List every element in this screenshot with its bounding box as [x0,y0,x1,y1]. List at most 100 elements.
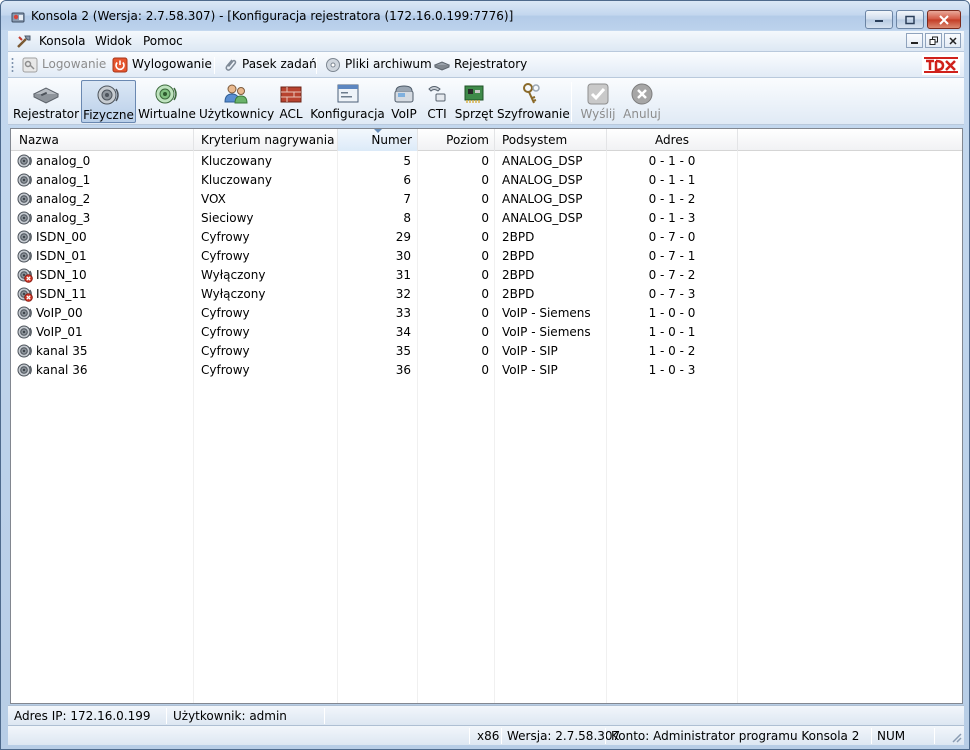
toolbar-grip[interactable] [11,57,14,73]
recorders-label: Rejestratory [454,57,528,71]
list-header: Nazwa Kryterium nagrywania Numer Poziom … [11,129,962,151]
maximize-button[interactable] [896,10,924,29]
logout-button[interactable]: Wylogowanie [112,56,212,74]
cell-subsystem: VoIP - Siemens [502,306,591,320]
cell-name: VoIP_00 [36,306,83,320]
cell-number: 33 [395,306,411,320]
column-header-address[interactable]: Adres [607,129,738,151]
acl-button[interactable]: ACL [275,80,307,123]
table-row[interactable]: ISDN_11 Wyłączony 32 0 2BPD 0 - 7 - 3 [11,285,962,304]
table-row[interactable]: analog_3 Sieciowy 8 0 ANALOG_DSP 0 - 1 - 3 [11,209,962,228]
cell-subsystem: 2BPD [502,287,535,301]
menu-pomoc[interactable]: Pomoc [143,34,183,48]
hardware-label: Sprzęt [454,107,494,121]
title-bar[interactable]: Konsola 2 (Wersja: 2.7.58.307) - [Konfig… [1,1,969,30]
status-separator [871,728,872,744]
cell-subsystem: 2BPD [502,249,535,263]
users-label: Użytkownicy [199,107,275,121]
recorder-label: Rejestrator [12,107,80,121]
cell-subsystem: 2BPD [502,268,535,282]
taskbar-button[interactable]: Pasek zadań [222,56,317,74]
status-separator [501,728,502,744]
status-arch: x86 [477,729,500,743]
mdi-close-button[interactable] [944,33,961,48]
cell-criterion: Cyfrowy [201,325,250,339]
cell-address: 0 - 1 - 0 [648,154,696,168]
mdi-restore-button[interactable] [925,33,942,48]
table-row[interactable]: kanal 35 Cyfrowy 35 0 VoIP - SIP 1 - 0 - 2 [11,342,962,361]
users-button[interactable]: Użytkownicy [199,80,275,123]
column-header-criterion[interactable]: Kryterium nagrywania [194,129,338,151]
cell-level: 0 [481,249,489,263]
recorders-button[interactable]: Rejestratory [434,56,528,74]
mdi-minimize-button[interactable] [906,33,923,48]
speaker-icon [17,192,32,206]
taskbar-label: Pasek zadań [242,57,317,71]
cell-criterion: Cyfrowy [201,306,250,320]
configuration-button[interactable]: Konfiguracja [310,80,385,123]
resize-grip-icon[interactable] [950,731,962,743]
physical-button[interactable]: Fizyczne [81,80,136,123]
close-icon [939,14,949,25]
table-row[interactable]: ISDN_00 Cyfrowy 29 0 2BPD 0 - 7 - 0 [11,228,962,247]
cell-criterion: Sieciowy [201,211,254,225]
cell-level: 0 [481,344,489,358]
speaker-icon [17,325,32,339]
cell-criterion: Kluczowany [201,154,272,168]
table-row[interactable]: kanal 36 Cyfrowy 36 0 VoIP - SIP 1 - 0 - 3 [11,361,962,380]
hardware-button[interactable]: Sprzęt [454,80,494,123]
table-row[interactable]: ISDN_01 Cyfrowy 30 0 2BPD 0 - 7 - 1 [11,247,962,266]
cell-level: 0 [481,154,489,168]
menu-widok[interactable]: Widok [95,34,132,48]
cti-button[interactable]: CTI [423,80,451,123]
column-header-number[interactable]: Numer [338,129,418,151]
cell-criterion: VOX [201,192,226,206]
cell-level: 0 [481,268,489,282]
top-toolbar: Logowanie Wylogowanie Pasek zadań Pliki … [8,52,964,78]
cell-name: analog_3 [36,211,91,225]
minimize-button[interactable] [865,10,893,29]
acl-label: ACL [279,107,303,121]
column-header-level[interactable]: Poziom [418,129,495,151]
status-separator [166,708,167,724]
speaker-icon [97,85,119,105]
virtual-button[interactable]: Wirtualne [138,80,196,123]
cell-level: 0 [481,173,489,187]
voip-button[interactable]: VoIP [388,80,420,123]
cell-criterion: Cyfrowy [201,249,250,263]
send-button[interactable]: Wyślij [577,80,619,123]
speaker-icon [17,306,32,320]
menu-konsola[interactable]: Konsola [39,34,86,48]
speaker-icon [17,249,32,263]
login-button[interactable]: Logowanie [22,56,106,74]
recorder-button[interactable]: Rejestrator [12,80,80,123]
archive-files-button[interactable]: Pliki archiwum [325,56,432,74]
firewall-icon [280,86,302,103]
table-row[interactable]: analog_1 Kluczowany 6 0 ANALOG_DSP 0 - 1 - 1 [11,171,962,190]
table-row[interactable]: analog_0 Kluczowany 5 0 ANALOG_DSP 0 - 1 - 0 [11,152,962,171]
status-bar-connection: Adres IP: 172.16.0.199 Użytkownik: admin [8,705,964,725]
cell-name: kanal 35 [36,344,88,358]
cti-label: CTI [427,107,447,121]
restore-icon [929,36,938,45]
speaker-icon [17,363,32,377]
table-row[interactable]: VoIP_00 Cyfrowy 33 0 VoIP - Siemens 1 - 0 - 0 [11,304,962,323]
column-header-name[interactable]: Nazwa [11,129,194,151]
status-separator [605,728,606,744]
key-icon [22,57,38,73]
channels-list[interactable]: Nazwa Kryterium nagrywania Numer Poziom … [10,128,963,704]
table-row[interactable]: ISDN_10 Wyłączony 31 0 2BPD 0 - 7 - 2 [11,266,962,285]
table-row[interactable]: VoIP_01 Cyfrowy 34 0 VoIP - Siemens 1 - 0 - 1 [11,323,962,342]
table-row[interactable]: analog_2 VOX 7 0 ANALOG_DSP 0 - 1 - 2 [11,190,962,209]
close-button[interactable] [927,10,961,29]
archive-files-label: Pliki archiwum [345,57,432,71]
column-header-subsystem[interactable]: Podsystem [495,129,607,151]
encryption-button[interactable]: Szyfrowanie [497,80,570,123]
cell-address: 0 - 7 - 1 [648,249,696,263]
cancel-button[interactable]: Anuluj [620,80,664,123]
disabled-speaker-icon [17,287,33,302]
cell-address: 0 - 1 - 1 [648,173,696,187]
cell-criterion: Cyfrowy [201,230,250,244]
cell-subsystem: ANALOG_DSP [502,192,583,206]
encryption-keys-icon [523,83,540,104]
